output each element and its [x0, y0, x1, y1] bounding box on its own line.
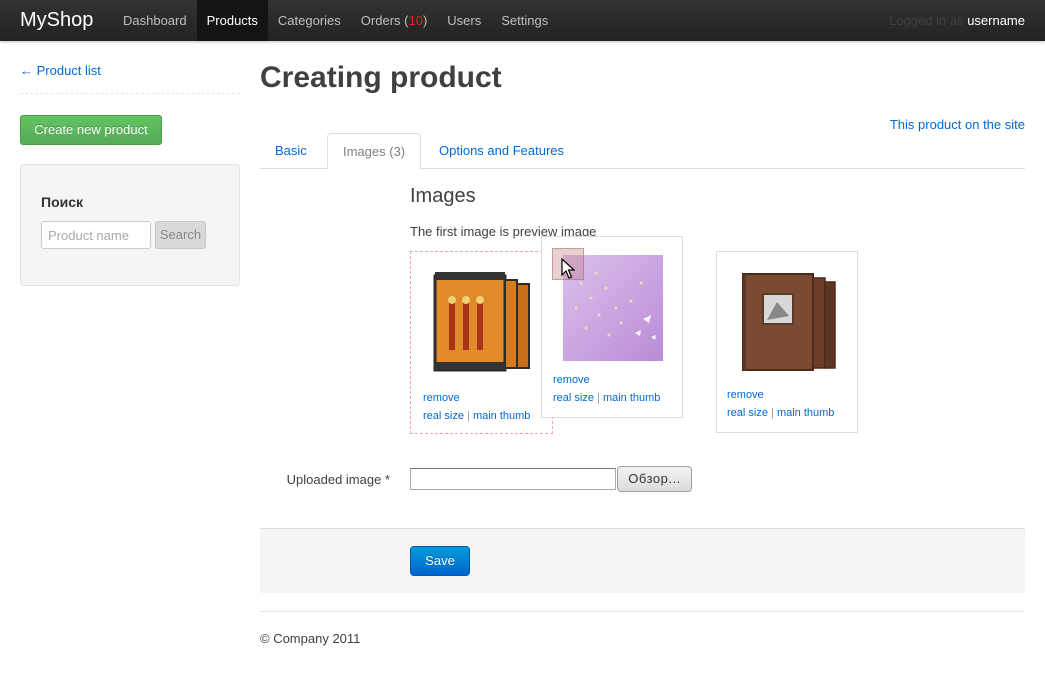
- browse-button[interactable]: Обзор...: [617, 466, 692, 492]
- top-navbar: MyShop Dashboard Products Categories Ord…: [0, 0, 1045, 41]
- username-link[interactable]: username: [967, 13, 1025, 28]
- tab-images[interactable]: Images (3): [327, 133, 422, 170]
- file-path-input[interactable]: [410, 468, 616, 490]
- footer-divider: [260, 611, 1025, 612]
- main-thumb-link[interactable]: main thumb: [473, 410, 530, 422]
- sidebar: ← Product list Create new product Поиск …: [20, 62, 240, 286]
- main-thumb-link[interactable]: main thumb: [603, 392, 660, 404]
- page-title: Creating product: [260, 61, 502, 94]
- nav-products[interactable]: Products: [196, 0, 268, 41]
- remove-image-link[interactable]: remove: [553, 374, 590, 386]
- search-panel: Поиск Search: [20, 164, 240, 286]
- main-thumb-link[interactable]: main thumb: [777, 407, 834, 419]
- image-thumb[interactable]: remove real size | main thumb: [410, 251, 553, 434]
- nav-orders-suffix: ): [422, 13, 428, 28]
- nav-users[interactable]: Users: [437, 0, 491, 41]
- tab-basic[interactable]: Basic: [260, 133, 322, 169]
- brand-logo[interactable]: MyShop: [20, 8, 93, 32]
- real-size-link[interactable]: real size: [727, 407, 768, 419]
- images-section-title: Images: [410, 185, 476, 207]
- nav-orders-label: Orders (: [360, 13, 409, 28]
- footer-copyright: © Company 2011: [260, 631, 361, 646]
- uploaded-image-label: Uploaded image *: [286, 472, 390, 487]
- orders-count-badge: 10: [408, 13, 423, 28]
- mouse-pointer-icon: [561, 258, 575, 279]
- nav-dashboard[interactable]: Dashboard: [113, 0, 197, 41]
- nav-categories[interactable]: Categories: [268, 0, 351, 41]
- orange-album-image: [433, 272, 530, 372]
- save-button[interactable]: Save: [410, 546, 470, 576]
- logged-in-prefix: Logged in as: [889, 13, 964, 28]
- real-size-link[interactable]: real size: [553, 392, 594, 404]
- create-product-button[interactable]: Create new product: [20, 115, 162, 145]
- main-nav: Dashboard Products Categories Orders (10…: [113, 0, 558, 41]
- link-separator: |: [771, 407, 774, 419]
- thumb-actions: remove real size | main thumb: [727, 386, 834, 422]
- form-actions: Save: [260, 528, 1025, 593]
- remove-image-link[interactable]: remove: [423, 392, 460, 404]
- sidebar-divider: [20, 93, 240, 94]
- search-panel-title: Поиск: [41, 194, 84, 210]
- product-on-site-link[interactable]: This product on the site: [890, 117, 1025, 132]
- link-separator: |: [467, 410, 470, 422]
- tab-options-features[interactable]: Options and Features: [424, 133, 579, 169]
- product-tabs: Basic Images (3) Options and Features: [260, 133, 1025, 170]
- logged-in-status: Logged in as username: [889, 13, 1025, 28]
- thumb-actions: remove real size | main thumb: [423, 389, 530, 425]
- nav-orders[interactable]: Orders (10): [351, 0, 437, 41]
- remove-image-link[interactable]: remove: [727, 389, 764, 401]
- search-button[interactable]: Search: [155, 221, 206, 249]
- product-list-link[interactable]: ← Product list: [20, 62, 240, 79]
- brown-album-image: [742, 273, 836, 371]
- link-separator: |: [597, 392, 600, 404]
- image-thumb[interactable]: remove real size | main thumb: [716, 251, 858, 433]
- product-search-input[interactable]: [41, 221, 151, 249]
- real-size-link[interactable]: real size: [423, 410, 464, 422]
- nav-settings[interactable]: Settings: [491, 0, 558, 41]
- thumb-actions: remove real size | main thumb: [553, 371, 660, 407]
